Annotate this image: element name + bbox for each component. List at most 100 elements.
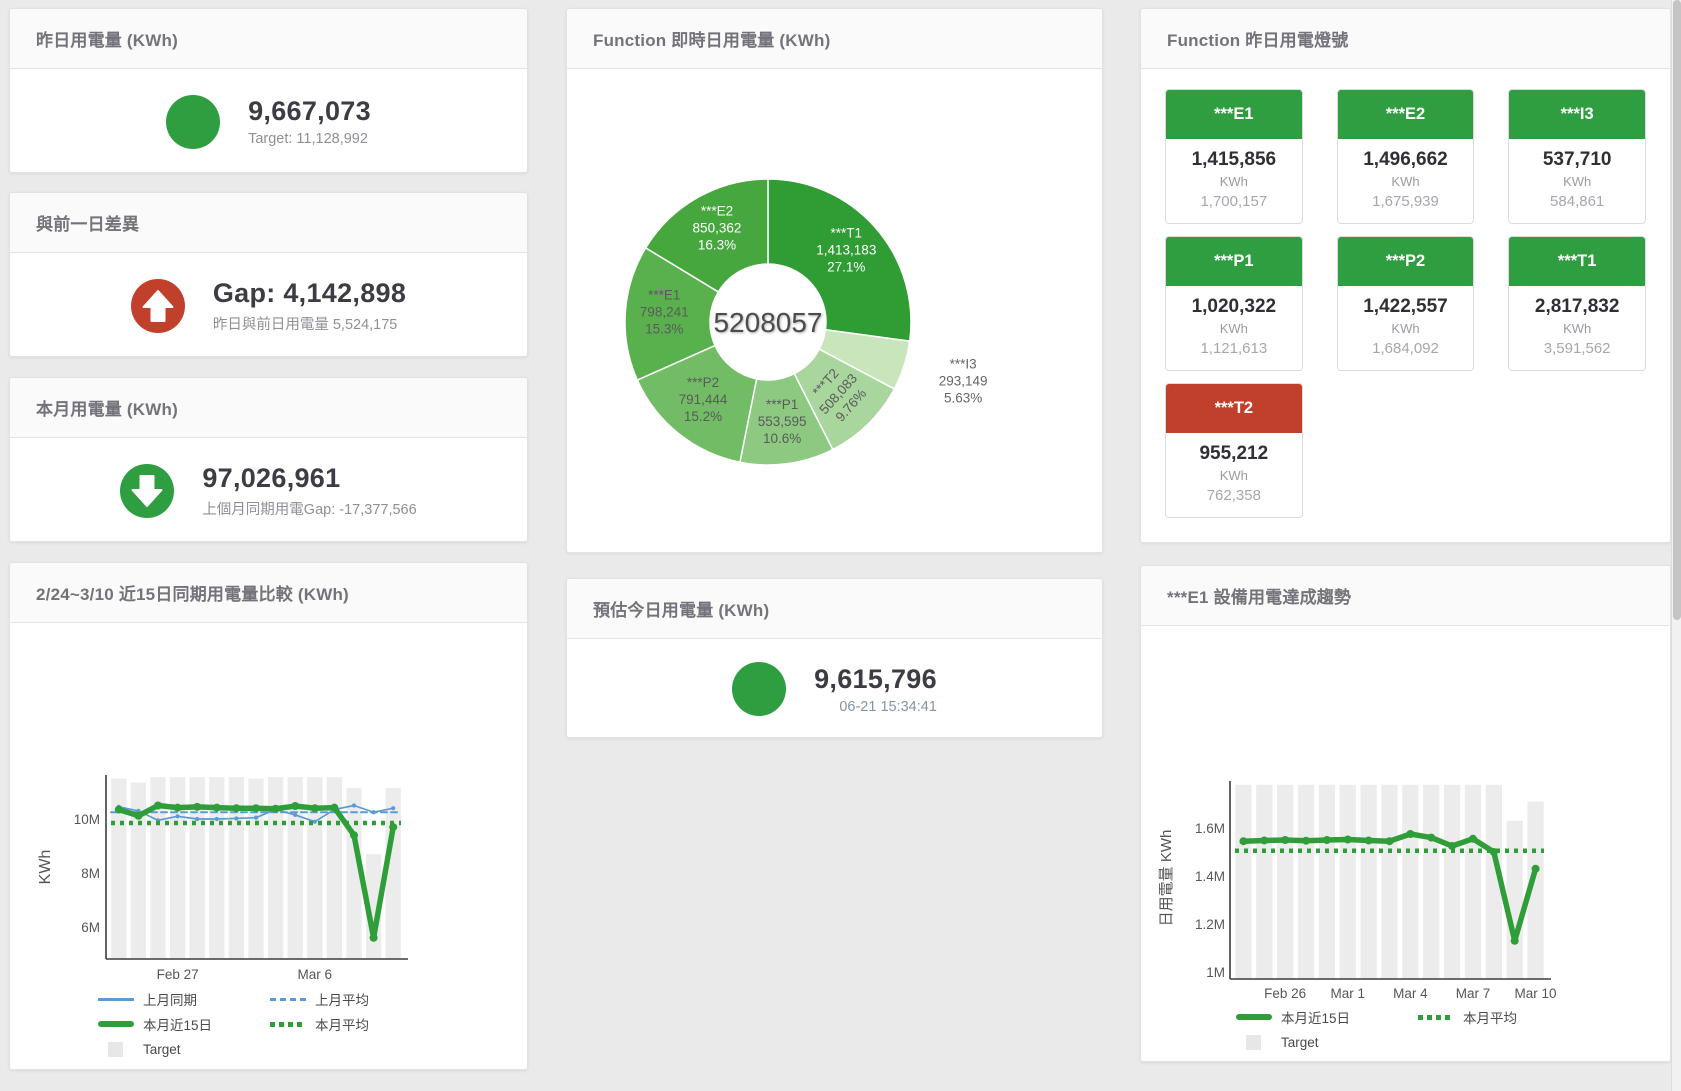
target-bar: [386, 788, 401, 959]
legend-label: Target: [1281, 1035, 1319, 1050]
e1-trend-line-chart: 1.6M1.4M1.2M1MFeb 26Mar 1Mar 4Mar 7Mar 1…: [1141, 626, 1670, 1062]
light-tile-header: ***I3: [1509, 90, 1645, 139]
data-point: [254, 816, 258, 820]
y-axis-label: 日用電量 KWh: [1158, 830, 1175, 927]
legend-item-本月平均[interactable]: 本月平均: [270, 1014, 428, 1034]
data-point: [193, 803, 201, 811]
target-bar: [1298, 785, 1314, 979]
light-tile-target: 1,700,157: [1166, 193, 1302, 210]
light-tile-header: ***T2: [1166, 384, 1302, 433]
light-tile-target: 3,591,562: [1509, 340, 1645, 357]
light-tile-target: 1,121,613: [1166, 340, 1302, 357]
target-bar: [1507, 821, 1523, 979]
stat-value: 97,026,961: [202, 463, 416, 494]
stat-body: 9,667,073 Target: 11,128,992: [10, 69, 527, 173]
legend-item-上月同期[interactable]: 上月同期: [98, 989, 256, 1009]
panel-title: 與前一日差異: [36, 210, 139, 235]
panel-header[interactable]: 昨日用電量 (KWh): [10, 9, 527, 69]
legend-label: 本月近15日: [143, 1014, 212, 1034]
light-tile-value: 2,817,832: [1509, 296, 1645, 318]
panel-e1-trend-chart: ***E1 設備用電達成趨勢 1.6M1.4M1.2M1MFeb 26Mar 1…: [1140, 565, 1671, 1062]
data-point: [215, 817, 219, 821]
data-point: [352, 803, 356, 807]
target-bar: [268, 777, 283, 959]
data-point: [213, 804, 221, 812]
scrollbar-thumb[interactable]: [1673, 0, 1681, 620]
data-point: [252, 804, 260, 812]
data-point: [195, 817, 199, 821]
target-bar: [1465, 785, 1481, 979]
legend-item-上月平均[interactable]: 上月平均: [270, 989, 428, 1009]
scrollbar-track[interactable]: [1671, 0, 1681, 1091]
data-point: [1260, 836, 1268, 844]
light-tile-value: 955,212: [1166, 443, 1302, 465]
y-tick-label: 1.2M: [1195, 917, 1225, 932]
legend-item-本月近15日[interactable]: 本月近15日: [1236, 1007, 1404, 1027]
light-tile-value: 537,710: [1509, 149, 1645, 171]
data-point: [1365, 836, 1373, 844]
panel-title: 預估今日用電量 (KWh): [593, 596, 769, 621]
light-tile-header: ***T1: [1509, 237, 1645, 286]
data-point: [174, 804, 182, 812]
legend-swatch: [98, 998, 134, 1001]
y-tick-label: 1.4M: [1195, 869, 1225, 884]
light-tile: ***E1 1,415,856 KWh 1,700,157: [1165, 89, 1303, 224]
legend-label: 本月平均: [1463, 1007, 1517, 1027]
stat-value: 9,615,796: [814, 664, 937, 695]
legend-swatch: [1236, 1014, 1272, 1020]
stat-subtitle: 上個月同期用電Gap: -17,377,566: [202, 498, 416, 519]
light-tile: ***T2 955,212 KWh 762,358: [1165, 383, 1303, 518]
y-tick-label: 1M: [1206, 965, 1225, 980]
panel-title: 昨日用電量 (KWh): [36, 26, 178, 51]
light-tile-unit: KWh: [1166, 468, 1302, 483]
light-tile-unit: KWh: [1509, 321, 1645, 336]
light-tile: ***I3 537,710 KWh 584,861: [1508, 89, 1646, 224]
panel-function-lights: Function 昨日用電燈號 ***E1 1,415,856 KWh 1,70…: [1140, 8, 1671, 543]
panel-header[interactable]: 本月用電量 (KWh): [10, 378, 527, 438]
target-bar: [1381, 785, 1397, 979]
panel-header[interactable]: 2/24~3/10 近15日同期用電量比較 (KWh): [10, 563, 527, 623]
stat-value: Gap: 4,142,898: [213, 278, 406, 309]
panel-header[interactable]: Function 昨日用電燈號: [1141, 9, 1670, 69]
legend-item-本月平均[interactable]: 本月平均: [1418, 1007, 1586, 1027]
status-circle-icon: [732, 662, 786, 716]
panel-function-realtime-donut: Function 即時日用電量 (KWh) ***T11,413,18327.1…: [566, 8, 1103, 553]
target-bar: [1444, 785, 1460, 979]
data-point: [391, 806, 395, 810]
data-point: [330, 804, 338, 812]
legend-item-Target[interactable]: Target: [1236, 1032, 1404, 1052]
x-tick-label: Feb 27: [157, 967, 199, 982]
light-tile-unit: KWh: [1338, 174, 1474, 189]
panel-month-usage: 本月用電量 (KWh) 97,026,961 上個月同期用電Gap: -17,3…: [9, 377, 528, 542]
light-tile-header: ***E2: [1338, 90, 1474, 139]
data-point: [1427, 834, 1435, 842]
legend-item-本月近15日[interactable]: 本月近15日: [98, 1014, 256, 1034]
x-tick-label: Mar 10: [1515, 986, 1557, 1001]
stat-body: Gap: 4,142,898 昨日與前日用電量 5,524,175: [10, 253, 527, 357]
light-tile-value: 1,415,856: [1166, 149, 1302, 171]
y-axis-label: KWh: [37, 850, 54, 885]
light-tile: ***P1 1,020,322 KWh 1,121,613: [1165, 236, 1303, 371]
panel-title: 2/24~3/10 近15日同期用電量比較 (KWh): [36, 580, 349, 605]
data-point: [1344, 836, 1352, 844]
legend-label: 上月同期: [143, 989, 197, 1009]
legend-item-Target[interactable]: Target: [98, 1039, 256, 1059]
y-tick-label: 1.6M: [1195, 821, 1225, 836]
target-bar: [1402, 785, 1418, 979]
x-tick-label: Mar 4: [1393, 986, 1428, 1001]
panel-title: Function 昨日用電燈號: [1167, 26, 1348, 51]
chart-legend: 本月近15日 本月平均 Target: [1236, 1007, 1586, 1052]
legend-label: Target: [143, 1042, 181, 1057]
data-point: [1469, 835, 1477, 843]
data-point: [176, 814, 180, 818]
panel-header[interactable]: 預估今日用電量 (KWh): [567, 579, 1102, 639]
panel-header[interactable]: Function 即時日用電量 (KWh): [567, 9, 1102, 69]
panel-header[interactable]: 與前一日差異: [10, 193, 527, 253]
data-point: [1406, 830, 1414, 838]
light-tile-target: 1,675,939: [1338, 193, 1474, 210]
lights-grid: ***E1 1,415,856 KWh 1,700,157 ***E2 1,49…: [1141, 69, 1670, 538]
panel-header[interactable]: ***E1 設備用電達成趨勢: [1141, 566, 1670, 626]
light-tile-value: 1,422,557: [1338, 296, 1474, 318]
legend-swatch: [98, 1021, 134, 1027]
data-point: [134, 812, 142, 820]
